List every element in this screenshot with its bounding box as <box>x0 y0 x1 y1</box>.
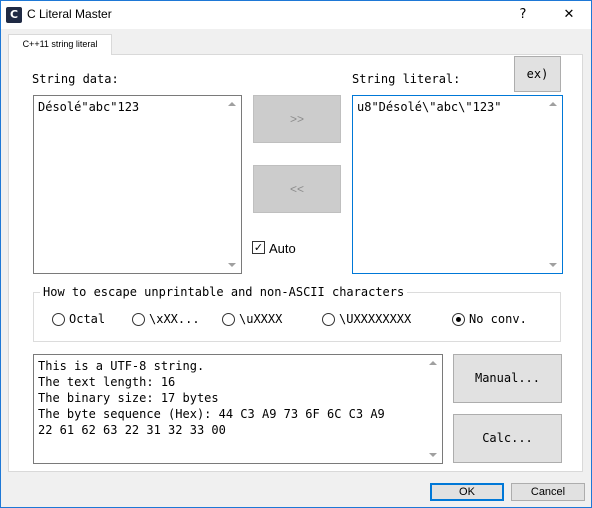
dialog-window: C C Literal Master ? ✕ C++11 string lite… <box>0 0 592 508</box>
info-line: 22 61 62 63 22 31 32 33 00 <box>38 423 226 437</box>
string-data-textarea[interactable]: Désolé"abc"123 <box>33 95 242 274</box>
auto-label[interactable]: Auto <box>269 241 296 256</box>
close-button[interactable]: ✕ <box>547 1 591 29</box>
string-data-label: String data: <box>32 72 119 86</box>
string-data-text: Désolé"abc"123 <box>38 100 140 114</box>
radio-unicode-u[interactable] <box>222 313 235 326</box>
radio-unicode-big-u-label[interactable]: \UXXXXXXXX <box>339 312 411 326</box>
scroll-up-arrow-icon[interactable] <box>228 102 236 106</box>
auto-checkbox[interactable]: ✓ <box>252 241 265 254</box>
string-data-label-text: String data: <box>32 72 119 86</box>
manual-button[interactable]: Manual... <box>453 354 562 403</box>
radio-octal[interactable] <box>52 313 65 326</box>
scroll-up-arrow-icon[interactable] <box>549 102 557 106</box>
cancel-button[interactable]: Cancel <box>511 483 585 501</box>
string-data-scrollbar[interactable] <box>224 96 241 273</box>
calc-button[interactable]: Calc... <box>453 414 562 463</box>
info-line: This is a UTF-8 string. <box>38 359 205 373</box>
escape-group-title: How to escape unprintable and non-ASCII … <box>40 285 408 299</box>
radio-hex-xx-label[interactable]: \xXX... <box>149 312 200 326</box>
info-text: This is a UTF-8 string. The text length: … <box>38 358 385 438</box>
radio-unicode-big-u[interactable] <box>322 313 335 326</box>
info-line: The binary size: 17 bytes <box>38 391 219 405</box>
radio-unicode-u-label[interactable]: \uXXXX <box>239 312 282 326</box>
radio-hex-xx[interactable] <box>132 313 145 326</box>
radio-no-conversion-label[interactable]: No conv. <box>469 312 527 326</box>
example-button[interactable]: ex) <box>514 56 561 92</box>
info-line: The text length: 16 <box>38 375 176 389</box>
string-literal-scrollbar[interactable] <box>545 96 562 273</box>
scroll-down-arrow-icon[interactable] <box>549 263 557 267</box>
scroll-down-arrow-icon[interactable] <box>228 263 236 267</box>
ok-button[interactable]: OK <box>430 483 504 501</box>
app-icon: C <box>6 7 22 23</box>
string-literal-label-text: String literal: <box>352 72 461 86</box>
tab-panel: String data: String literal: ex) Désolé"… <box>8 54 583 472</box>
radio-octal-label[interactable]: Octal <box>69 312 105 326</box>
info-scrollbar[interactable] <box>425 355 442 463</box>
string-literal-text: u8"Désolé\"abc\"123" <box>357 100 502 114</box>
scroll-up-arrow-icon[interactable] <box>429 361 437 365</box>
scroll-down-arrow-icon[interactable] <box>429 453 437 457</box>
title-bar[interactable]: C C Literal Master ? ✕ <box>1 1 591 29</box>
string-literal-label: String literal: <box>352 72 460 86</box>
convert-to-data-button[interactable]: << <box>253 165 341 213</box>
window-title: C Literal Master <box>27 7 112 21</box>
help-button[interactable]: ? <box>501 1 545 29</box>
string-literal-textarea[interactable]: u8"Désolé\"abc\"123" <box>352 95 563 274</box>
convert-to-literal-button[interactable]: >> <box>253 95 341 143</box>
info-line: The byte sequence (Hex): 44 C3 A9 73 6F … <box>38 407 385 421</box>
info-textarea[interactable]: This is a UTF-8 string. The text length: … <box>33 354 443 464</box>
radio-no-conversion[interactable] <box>452 313 465 326</box>
tab-cpp11-string-literal[interactable]: C++11 string literal <box>8 34 112 55</box>
